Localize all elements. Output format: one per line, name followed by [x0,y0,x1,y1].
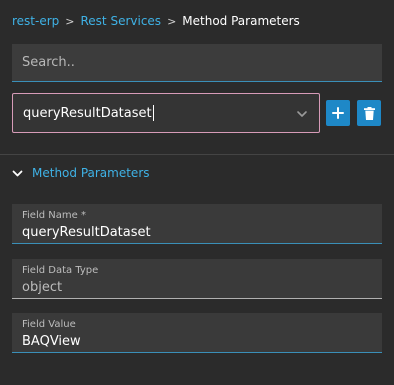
search-box[interactable] [12,44,382,82]
method-select[interactable]: queryResultDataset [12,93,320,133]
chevron-down-icon[interactable] [295,107,309,121]
section-header-method-parameters[interactable]: Method Parameters [12,166,150,180]
chevron-down-icon [12,170,23,176]
field-value[interactable]: queryResultDataset [22,224,372,242]
divider [0,154,394,155]
trash-icon [363,106,375,120]
field-data-type-input[interactable]: Field Data Type object [12,259,382,299]
breadcrumb: rest-erp > Rest Services > Method Parame… [12,14,300,28]
field-value-input[interactable]: Field Value BAQView [12,313,382,353]
field-value[interactable]: object [22,279,372,297]
field-label: Field Name * [22,210,86,221]
breadcrumb-separator: > [65,14,75,28]
field-label: Field Value [22,319,76,330]
method-select-value: queryResultDataset [23,105,152,121]
delete-button[interactable] [357,100,381,126]
field-label: Field Data Type [22,265,99,276]
add-button[interactable] [326,100,350,126]
breadcrumb-link-rest-services[interactable]: Rest Services [81,14,162,28]
field-name-input[interactable]: Field Name * queryResultDataset [12,204,382,244]
breadcrumb-current: Method Parameters [182,14,300,28]
search-input[interactable] [22,55,382,70]
breadcrumb-link-rest-erp[interactable]: rest-erp [12,14,59,28]
section-title: Method Parameters [32,166,150,180]
text-caret [152,105,154,121]
field-value[interactable]: BAQView [22,333,372,351]
plus-icon [332,107,344,119]
breadcrumb-separator: > [167,14,177,28]
